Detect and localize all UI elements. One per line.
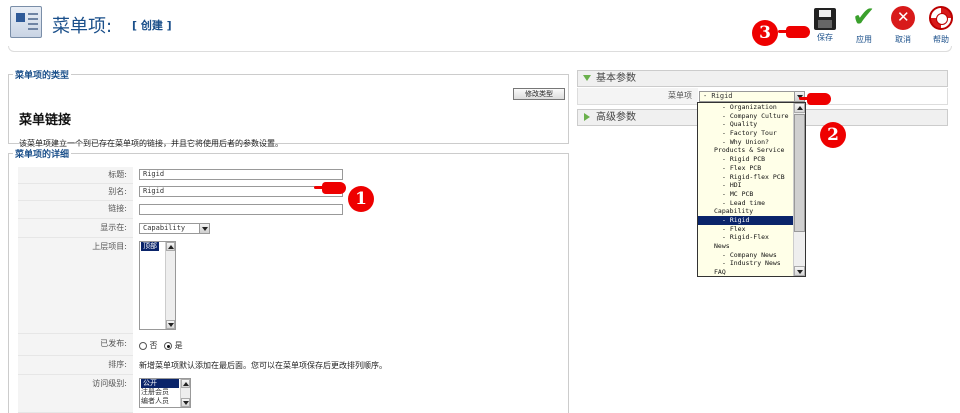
- published-label: 已发布:: [18, 334, 133, 356]
- dropdown-option[interactable]: - Factory Tour: [698, 129, 805, 138]
- order-row: 排序: 新增菜单项默认添加在最后面。您可以在菜单项保存后更改排列顺序。: [18, 356, 566, 375]
- access-scrollbar[interactable]: [180, 379, 190, 407]
- cancel-label: 取消: [895, 35, 911, 44]
- dropdown-option[interactable]: - Rigid PCB: [698, 155, 805, 164]
- display-in-select[interactable]: Capability: [139, 223, 210, 234]
- chevron-down-icon[interactable]: [199, 224, 209, 233]
- menu-item-dropdown[interactable]: - Organization - Company Culture - Quality…: [697, 102, 806, 277]
- dropdown-option[interactable]: - Quality: [698, 120, 805, 129]
- annotation-pointer-3: [778, 26, 810, 38]
- cancel-icon: [891, 6, 915, 30]
- parent-listbox[interactable]: 顶部: [139, 241, 176, 330]
- published-yes-label: 是: [174, 341, 183, 350]
- order-label: 排序:: [18, 356, 133, 375]
- dropdown-option[interactable]: - Company News: [698, 251, 805, 260]
- published-row: 已发布: 否 是: [18, 334, 566, 356]
- dropdown-option[interactable]: - Industry News: [698, 259, 805, 268]
- annotation-marker-1: 1: [348, 186, 374, 212]
- dropdown-option[interactable]: - Rigid-flex PCB: [698, 173, 805, 182]
- published-options: 否 是: [139, 340, 183, 351]
- toolbar-header: 菜单项: [ 创建 ] 保存 应用 取消 帮助: [0, 0, 960, 58]
- access-row: 访问级别: 公开 注册会员 编者人员: [18, 375, 566, 413]
- annotation-marker-3: 3: [752, 20, 778, 46]
- lifebuoy-icon: [929, 6, 953, 30]
- basic-params-header[interactable]: 基本参数: [577, 70, 948, 87]
- menu-type-title: 菜单链接: [19, 113, 72, 128]
- parent-scrollbar[interactable]: [165, 242, 175, 329]
- order-note: 新增菜单项默认添加在最后面。您可以在菜单项保存后更改排列顺序。: [139, 361, 387, 370]
- alias-input[interactable]: Rigid: [139, 186, 343, 197]
- alias-label: 别名:: [18, 184, 133, 201]
- dropdown-option[interactable]: FAQ: [698, 268, 805, 276]
- dropdown-scrollbar[interactable]: [793, 103, 805, 276]
- header-divider: [8, 46, 952, 52]
- menu-item-options: - Organization - Company Culture - Quality…: [698, 103, 805, 276]
- dropdown-option[interactable]: - Lead time: [698, 199, 805, 208]
- page-subtitle: [ 创建 ]: [132, 19, 172, 32]
- title-label: 标题:: [18, 167, 133, 184]
- annotation-marker-2: 2: [820, 122, 846, 148]
- scroll-up-icon[interactable]: [181, 379, 190, 388]
- dropdown-option[interactable]: Capability: [698, 207, 805, 216]
- annotation-pointer-2: [799, 93, 831, 105]
- dropdown-option[interactable]: - Flex: [698, 225, 805, 234]
- access-label: 访问级别:: [18, 375, 133, 413]
- scroll-down-icon[interactable]: [166, 320, 175, 329]
- floppy-disk-icon: [814, 8, 836, 30]
- parent-row: 上层项目: 顶部: [18, 238, 566, 334]
- link-row: 链接:: [18, 201, 566, 219]
- scroll-thumb[interactable]: [794, 114, 805, 232]
- alias-row: 别名: Rigid: [18, 184, 566, 201]
- menu-type-legend: 菜单项的类型: [15, 71, 70, 81]
- dropdown-option[interactable]: - Organization: [698, 103, 805, 112]
- dropdown-option[interactable]: - HDI: [698, 181, 805, 190]
- dropdown-option[interactable]: - MC PCB: [698, 190, 805, 199]
- scroll-up-icon[interactable]: [794, 103, 805, 113]
- dropdown-option[interactable]: Products & Service: [698, 146, 805, 155]
- dropdown-option[interactable]: - Why Union?: [698, 138, 805, 147]
- annotation-pointer-1: [314, 182, 346, 194]
- help-label: 帮助: [933, 35, 949, 44]
- access-listbox[interactable]: 公开 注册会员 编者人员: [139, 378, 191, 408]
- scroll-down-icon[interactable]: [794, 266, 805, 276]
- menu-type-fieldset: 菜单项的类型 菜单链接 该菜单项建立一个到已存在菜单项的链接，并且它将使用后者的…: [8, 68, 569, 148]
- display-in-label: 显示在:: [18, 219, 133, 238]
- dropdown-option[interactable]: - Rigid: [698, 215, 805, 225]
- dropdown-option[interactable]: - Rigid-Flex: [698, 233, 805, 242]
- link-input[interactable]: [139, 204, 343, 215]
- dropdown-option[interactable]: - Company Culture: [698, 112, 805, 121]
- published-yes-radio[interactable]: [164, 341, 173, 350]
- link-label: 链接:: [18, 201, 133, 219]
- change-type-button[interactable]: 修改类型: [513, 88, 565, 100]
- menu-item-select[interactable]: - Rigid: [699, 91, 805, 102]
- menu-manager-icon: [10, 6, 42, 38]
- dropdown-option[interactable]: News: [698, 242, 805, 251]
- menu-item-value: - Rigid: [703, 92, 733, 100]
- apply-button[interactable]: 应用: [844, 0, 884, 46]
- published-no-label: 否: [149, 341, 158, 350]
- save-button[interactable]: 保存: [805, 6, 845, 46]
- save-label: 保存: [817, 33, 833, 42]
- dropdown-option[interactable]: - Flex PCB: [698, 164, 805, 173]
- scroll-down-icon[interactable]: [181, 398, 190, 407]
- menu-item-label: 菜单项: [578, 88, 698, 104]
- display-in-row: 显示在: Capability: [18, 219, 566, 238]
- parent-label: 上层项目:: [18, 238, 133, 334]
- scroll-up-icon[interactable]: [166, 242, 175, 251]
- title-row: 标题: Rigid: [18, 167, 566, 184]
- apply-label: 应用: [856, 35, 872, 44]
- page-title: 菜单项:: [52, 16, 113, 37]
- checkmark-icon: [852, 0, 876, 33]
- title-input[interactable]: Rigid: [139, 169, 343, 180]
- cancel-button[interactable]: 取消: [883, 6, 923, 46]
- published-no-radio[interactable]: [139, 341, 147, 350]
- menu-details-legend: 菜单项的详细: [15, 150, 70, 160]
- help-button[interactable]: 帮助: [921, 6, 960, 46]
- display-in-value: Capability: [143, 224, 186, 232]
